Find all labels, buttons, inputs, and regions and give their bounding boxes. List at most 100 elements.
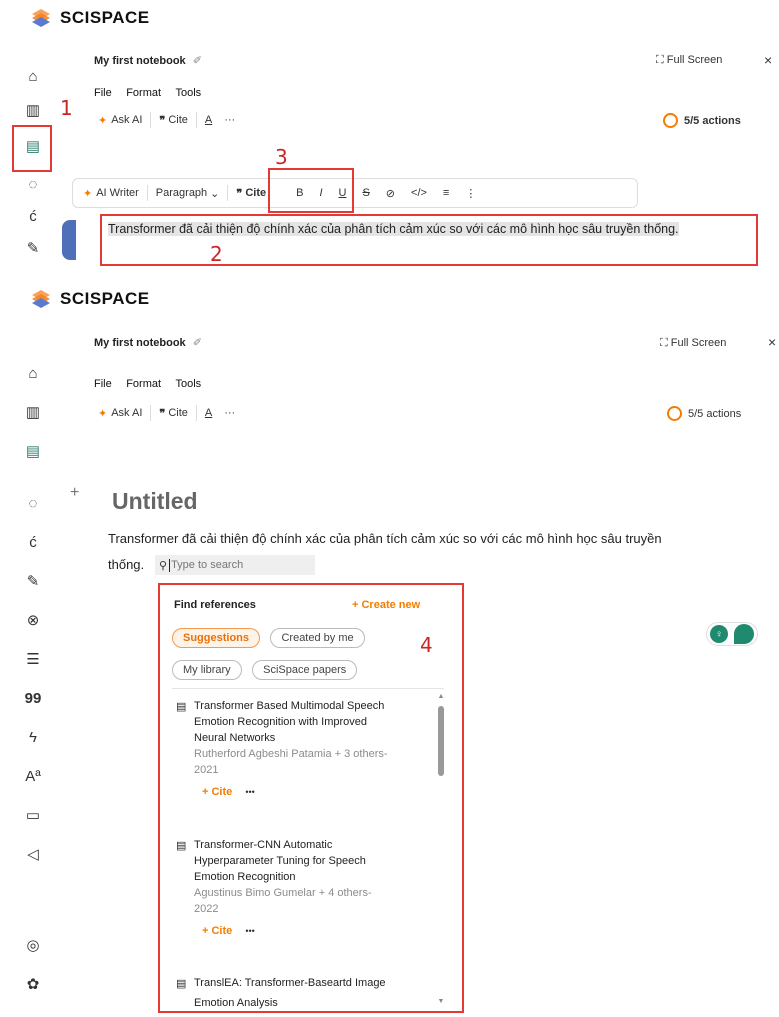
divider xyxy=(150,405,152,421)
ref-year: 2021 xyxy=(194,764,219,776)
paraphraser-icon[interactable]: ✎ xyxy=(22,570,44,592)
home-icon[interactable]: ⌂ xyxy=(22,65,44,87)
actions-label: 5/5 actions xyxy=(688,407,742,420)
edit-pencil-icon[interactable]: ✐ xyxy=(193,55,202,67)
ai-writer-button[interactable]: AI Writer xyxy=(96,187,139,199)
scroll-up-arrow[interactable]: ▲ xyxy=(436,693,446,700)
actions-label: 5/5 actions xyxy=(684,114,741,127)
ask-ai-button[interactable]: Ask AI xyxy=(111,407,142,419)
panel-tabs: Suggestions Created by me xyxy=(172,628,365,648)
add-block-button[interactable]: + xyxy=(70,484,79,502)
menu-format[interactable]: Format xyxy=(126,378,161,390)
circle-progress-icon xyxy=(667,406,682,421)
list-item[interactable]: ▤ Transformer-CNN Automatic Hyperparamet… xyxy=(176,837,432,939)
code-button[interactable]: </> xyxy=(411,187,427,199)
extract-icon[interactable]: ⊗ xyxy=(22,609,44,631)
menu-format[interactable]: Format xyxy=(126,87,161,99)
edit-pencil-icon[interactable]: ✐ xyxy=(193,337,202,349)
cite-reference-button[interactable]: + Cite xyxy=(202,925,232,937)
more-button[interactable]: ··· xyxy=(224,407,235,419)
library-icon[interactable]: ▥ xyxy=(22,99,44,121)
font-color-button[interactable]: A xyxy=(205,407,212,419)
body-line-2[interactable]: thống. xyxy=(108,557,144,572)
library-icon[interactable]: ▥ xyxy=(22,401,44,423)
tab-scispace-papers[interactable]: SciSpace papers xyxy=(252,660,358,680)
actions-counter-bottom[interactable]: 5/5 actions xyxy=(667,406,741,421)
tab-created-by-me[interactable]: Created by me xyxy=(270,628,365,648)
scroll-down-arrow[interactable]: ▼ xyxy=(436,998,446,1005)
sparkle-icon: ✦ xyxy=(98,114,108,127)
quote-icon[interactable]: 99 xyxy=(22,687,44,709)
chrome-icon[interactable]: ◎ xyxy=(22,934,44,956)
list-item[interactable]: ▤ Transformer Based Multimodal Speech Em… xyxy=(176,698,432,800)
cite-button[interactable]: Cite xyxy=(168,407,188,419)
actions-counter-top[interactable]: 5/5 actions xyxy=(663,113,741,128)
menu-file[interactable]: File xyxy=(94,378,112,390)
notebook-title-bottom[interactable]: My first notebook ✐ xyxy=(94,336,202,349)
chat-bubble-icon[interactable] xyxy=(734,624,754,644)
more-options-button[interactable]: ••• xyxy=(245,787,254,797)
chat-icon[interactable]: ◌ xyxy=(22,492,44,514)
cite-button[interactable]: Cite xyxy=(168,114,188,126)
announcement-icon[interactable]: ◁ xyxy=(22,843,44,865)
menu-tools[interactable]: Tools xyxy=(175,378,201,390)
side-panel-tab[interactable] xyxy=(62,220,76,260)
citation-gen-icon[interactable]: ć xyxy=(22,531,44,553)
brand-logo-bottom: SCISPACE xyxy=(30,289,150,309)
notebook-icon[interactable]: ▤ xyxy=(22,440,44,462)
fullscreen-label: Full Screen xyxy=(670,337,727,349)
more-options-button[interactable]: ••• xyxy=(245,926,254,936)
document-title[interactable]: Untitled xyxy=(112,488,198,515)
ref-title-line: Transformer-CNN Automatic xyxy=(194,839,333,851)
list-item[interactable]: ▤ TranslEA: Transformer-Baseartd Image E… xyxy=(176,975,432,1009)
strikethrough-button[interactable]: S xyxy=(362,187,369,199)
ai-detector-icon[interactable]: ϟ xyxy=(22,726,44,748)
body-line-1[interactable]: Transformer đã cải thiện độ chính xác củ… xyxy=(108,531,662,546)
more-button[interactable]: ⋮ xyxy=(465,187,476,200)
menu-tools[interactable]: Tools xyxy=(175,87,201,99)
ref-authors: Agustinus Bimo Gumelar + 4 others- xyxy=(194,887,372,899)
ask-ai-button[interactable]: Ask AI xyxy=(111,114,142,126)
cite-reference-button[interactable]: + Cite xyxy=(202,786,232,798)
tab-suggestions[interactable]: Suggestions xyxy=(172,628,261,648)
openai-icon[interactable]: ✿ xyxy=(22,973,44,995)
divider xyxy=(146,185,148,201)
annotation-box-2 xyxy=(100,214,758,266)
reference-search-box[interactable]: ⚲ Type to search xyxy=(155,555,315,575)
menu-file[interactable]: File xyxy=(94,87,112,99)
paraphraser-icon[interactable]: ✎ xyxy=(22,237,44,259)
chat-icon[interactable]: ◌ xyxy=(22,173,44,195)
paragraph-dropdown[interactable]: Paragraph xyxy=(156,187,207,199)
annotation-number-4: 4 xyxy=(420,633,433,657)
tab-my-library[interactable]: My library xyxy=(172,660,242,680)
home-icon[interactable]: ⌂ xyxy=(22,362,44,384)
apple-icon[interactable] xyxy=(22,895,44,917)
scrollbar[interactable]: ▲ ▼ xyxy=(436,693,446,1005)
ref-title-line: TranslEA: Transformer-Baseartd Image xyxy=(194,977,386,989)
quote-icon: ❞ xyxy=(159,114,166,127)
ref-year: 2022 xyxy=(194,903,219,915)
citation-gen-icon[interactable]: ć xyxy=(22,205,44,227)
close-button-bottom[interactable]: × xyxy=(768,334,776,350)
document-icon: ▤ xyxy=(176,701,187,713)
lightbulb-icon[interactable]: ♀ xyxy=(710,625,728,643)
cite-button-floating[interactable]: Cite xyxy=(245,187,266,199)
scroll-thumb[interactable] xyxy=(438,706,444,776)
video-icon[interactable]: ▭ xyxy=(22,804,44,826)
ref-authors: Rutherford Agbeshi Patamia + 3 others- xyxy=(194,748,388,760)
font-color-button[interactable]: A xyxy=(205,114,212,126)
more-button[interactable]: ··· xyxy=(224,114,235,126)
fullscreen-button-top[interactable]: ⛶ Full Screen xyxy=(656,54,722,67)
close-button-top[interactable]: × xyxy=(764,52,772,68)
list-button[interactable]: ≡ xyxy=(443,187,449,199)
link-button[interactable]: ⊘ xyxy=(386,187,395,200)
translate-icon[interactable]: Aª xyxy=(22,765,44,787)
circle-progress-icon xyxy=(663,113,678,128)
assistant-widget[interactable]: ♀ xyxy=(706,622,758,646)
notebook-title-top[interactable]: My first notebook ✐ xyxy=(94,54,202,67)
menu-bar-bottom: File Format Tools xyxy=(94,374,211,392)
summarizer-icon[interactable]: ☰ xyxy=(22,648,44,670)
fullscreen-button-bottom[interactable]: ⛶ Full Screen xyxy=(660,337,726,350)
create-new-button[interactable]: + Create new xyxy=(352,599,420,611)
fullscreen-icon: ⛶ xyxy=(656,54,664,66)
